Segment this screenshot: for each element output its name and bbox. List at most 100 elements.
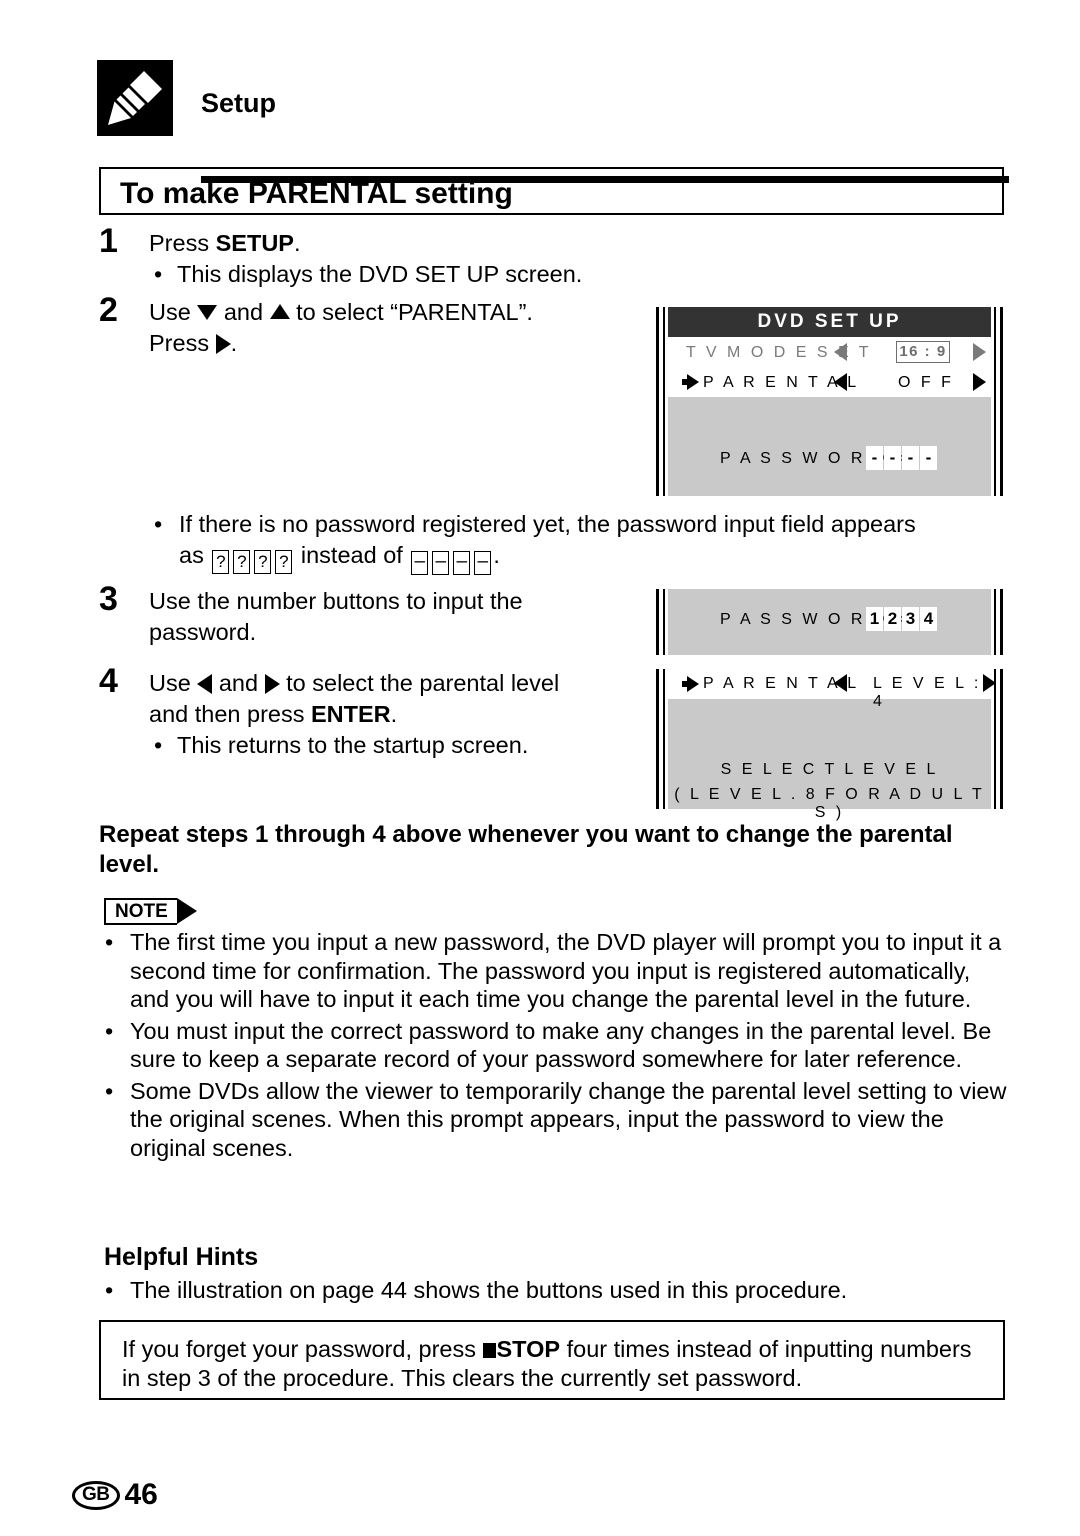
note-item-text: You must input the correct password to m… [130,1017,992,1073]
password-digit: 3 [902,607,919,631]
osd-frame-left-inner [663,669,665,809]
step-4-body: Use and to select the parental level and… [149,668,694,761]
osd-parental-right-arrow-icon[interactable] [983,674,996,692]
password-digit: 4 [920,607,937,631]
chapter-title: Setup [201,88,277,118]
password-digit: - [902,446,919,470]
unknown-digit-box-icon: ? [212,550,230,574]
bullet-dot-icon: • [154,732,163,758]
password-digit: 2 [884,607,901,631]
step-4-line-2: and then press ENTER. [149,701,398,727]
step-2-number: 2 [99,291,118,329]
osd-frame-right [1000,589,1003,655]
empty-digit-box-icon: – [453,551,471,575]
osd-select-level-text: S E L E C T L E V E L [720,761,939,778]
step-1-bullet-text: This displays the DVD SET UP screen. [177,261,583,287]
note-list-item: • Some DVDs allow the viewer to temporar… [99,1077,1009,1163]
arrow-up-icon [269,304,290,320]
helpful-hints-item-text: The illustration on page 44 shows the bu… [130,1277,848,1303]
note-list-item: • The first time you input a new passwor… [99,928,1009,1014]
bullet-dot-icon: • [105,1277,114,1303]
unknown-digit-box-icon: ? [254,550,272,574]
plug-connector-icon [97,60,173,136]
osd-title-bar: DVD SET UP [668,307,991,337]
helpful-hints-item: • The illustration on page 44 shows the … [99,1276,1009,1305]
page-number: 46 [124,1478,158,1511]
osd-frame-right [1000,669,1003,809]
osd-frame-right [1000,307,1003,496]
bullet-dot-icon: • [105,1077,114,1104]
section-title-box: To make PARENTAL setting [99,167,1004,215]
region-badge: GB [72,1480,120,1510]
note-item-text: Some DVDs allow the viewer to temporaril… [130,1077,1007,1161]
empty-digit-box-icon: – [474,551,492,575]
osd-frame-right-inner [994,589,996,655]
step-4-line-1: Use and to select the parental level [149,670,560,696]
note-list: • The first time you input a new passwor… [99,928,1009,1165]
osd-parental-value: L E V E L : 4 [873,675,982,710]
step-1-body: Press SETUP. • This displays the DVD SET… [149,228,659,290]
repeat-steps-note: Repeat steps 1 through 4 above whenever … [99,821,953,878]
osd-frame-left [656,589,659,655]
osd-tv-mode-value: 16 : 9 [896,341,950,363]
forgot-password-callout: If you forget your password, press STOP … [99,1320,1005,1400]
arrow-right-icon [264,673,280,694]
page-footer: GB 46 [72,1478,158,1512]
osd-screen-password-entered: P A S S W O R D = 1 2 3 4 [656,589,1003,655]
osd-password-field[interactable]: 1 2 3 4 [866,607,938,631]
step-3-number: 3 [99,580,118,618]
osd-frame-left [656,307,659,496]
password-digit: 1 [866,607,883,631]
empty-digit-box-icon: – [432,551,450,575]
osd-frame-left-inner [663,307,665,496]
osd-row-tv-mode[interactable]: T V M O D E S E T 16 : 9 [668,337,991,367]
step-4-bullet: • This returns to the startup screen. [149,730,694,761]
bullet-dot-icon: • [105,929,114,955]
note-item-text: The first time you input a new password,… [130,929,1002,1012]
step-1-bullet: • This displays the DVD SET UP screen. [149,259,659,290]
stop-button-ref: STOP [496,1336,561,1362]
osd-parental-left-arrow-icon[interactable] [834,674,847,692]
step-2-body: Use and to select “PARENTAL”. Press . [149,297,659,359]
password-digit: - [920,446,937,470]
step-4-bullet-text: This returns to the startup screen. [177,732,529,758]
step-1-number: 1 [99,222,118,260]
osd-parental-right-arrow-icon[interactable] [973,373,986,391]
osd-cursor-arrow-icon [682,676,699,692]
note-badge-label: NOTE [104,898,177,925]
osd-parental-left-arrow-icon[interactable] [834,373,847,391]
osd-password-field[interactable]: - - - - [866,446,938,470]
helpful-hints-title: Helpful Hints [104,1243,259,1271]
osd-screen-parental-level: P A R E N T A L L E V E L : 4 S E L E C … [656,669,1003,821]
no-password-note: • If there is no password registered yet… [148,509,1039,575]
empty-digit-box-icon: – [411,551,429,575]
osd-parental-value: O F F [898,374,954,391]
osd-screen-dvd-setup: DVD SET UP T V M O D E S E T 16 : 9 P A … [656,307,1003,496]
arrow-left-icon [197,673,213,694]
osd-frame-left [656,669,659,809]
password-digit: - [884,446,901,470]
osd-frame-right-inner [994,307,996,496]
bullet-dot-icon: • [154,511,163,537]
no-password-note-line-1: If there is no password registered yet, … [179,511,916,537]
step-2-line-1: Use and to select “PARENTAL”. [149,299,533,325]
bullet-dot-icon: • [154,261,163,287]
page-header: Setup [97,58,1009,183]
note-list-item: • You must input the correct password to… [99,1017,1009,1074]
osd-row-parental[interactable]: P A R E N T A L O F F [668,367,991,397]
password-digit: - [866,446,883,470]
osd-row-parental[interactable]: P A R E N T A L L E V E L : 4 [668,669,996,710]
arrow-down-icon [197,305,218,321]
manual-page: Setup To make PARENTAL setting 1 Press S… [0,0,1080,1536]
no-password-note-line-2: as ???? instead of – – – –. [179,542,500,575]
unknown-digit-box-icon: ? [233,550,251,574]
osd-tv-mode-left-arrow-icon[interactable] [834,343,847,361]
forgot-password-callout-text: If you forget your password, press STOP … [122,1336,972,1391]
step-2-line-2: Press . [149,330,238,356]
osd-tv-mode-right-arrow-icon[interactable] [973,343,986,361]
page-title: To make PARENTAL setting [120,177,513,210]
osd-screen-body: P A S S W O R D = 1 2 3 4 [668,589,991,655]
stop-square-icon [482,1343,496,1358]
bullet-dot-icon: • [105,1017,114,1044]
osd-screen-body: DVD SET UP T V M O D E S E T 16 : 9 P A … [668,307,991,496]
